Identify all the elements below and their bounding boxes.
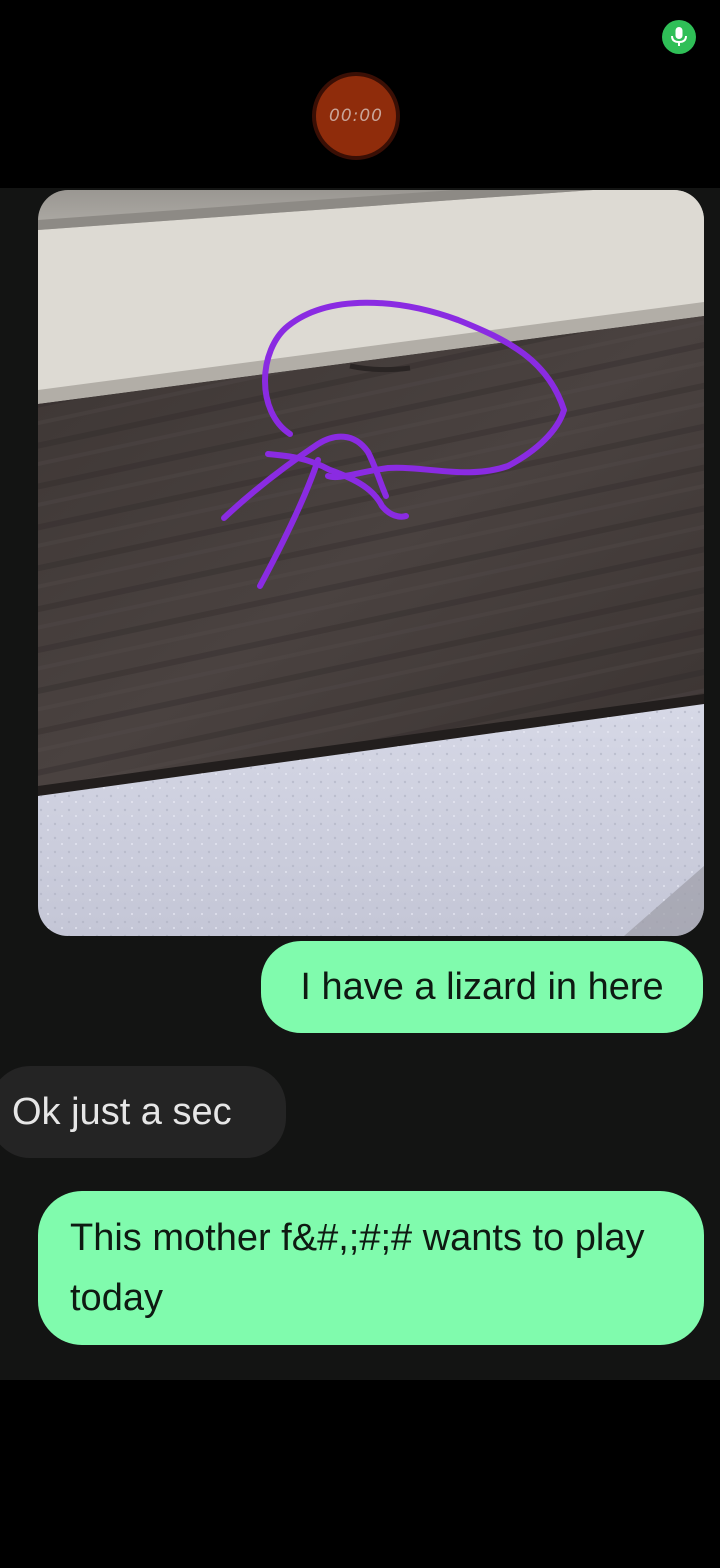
message-text: Ok just a sec (12, 1091, 232, 1133)
photo-image (38, 190, 704, 936)
recording-bar: 00:00 (0, 0, 720, 188)
message-text: I have a lizard in here (300, 966, 664, 1008)
sent-message-bubble[interactable]: This mother f&#,;#;# wants to play today (38, 1191, 704, 1345)
bottom-black-area (0, 1380, 720, 1568)
record-timer-button[interactable]: 00:00 (316, 76, 396, 156)
timer-text: 00:00 (329, 106, 383, 126)
received-message-bubble[interactable]: Ok just a sec (0, 1066, 286, 1158)
microphone-icon (662, 20, 696, 54)
photo-message[interactable] (38, 190, 704, 936)
message-text: This mother f&#,;#;# wants to play today (70, 1217, 645, 1319)
conversation-area[interactable]: I have a lizard in here Ok just a sec Th… (0, 188, 720, 1380)
sent-message-bubble[interactable]: I have a lizard in here (261, 941, 703, 1033)
